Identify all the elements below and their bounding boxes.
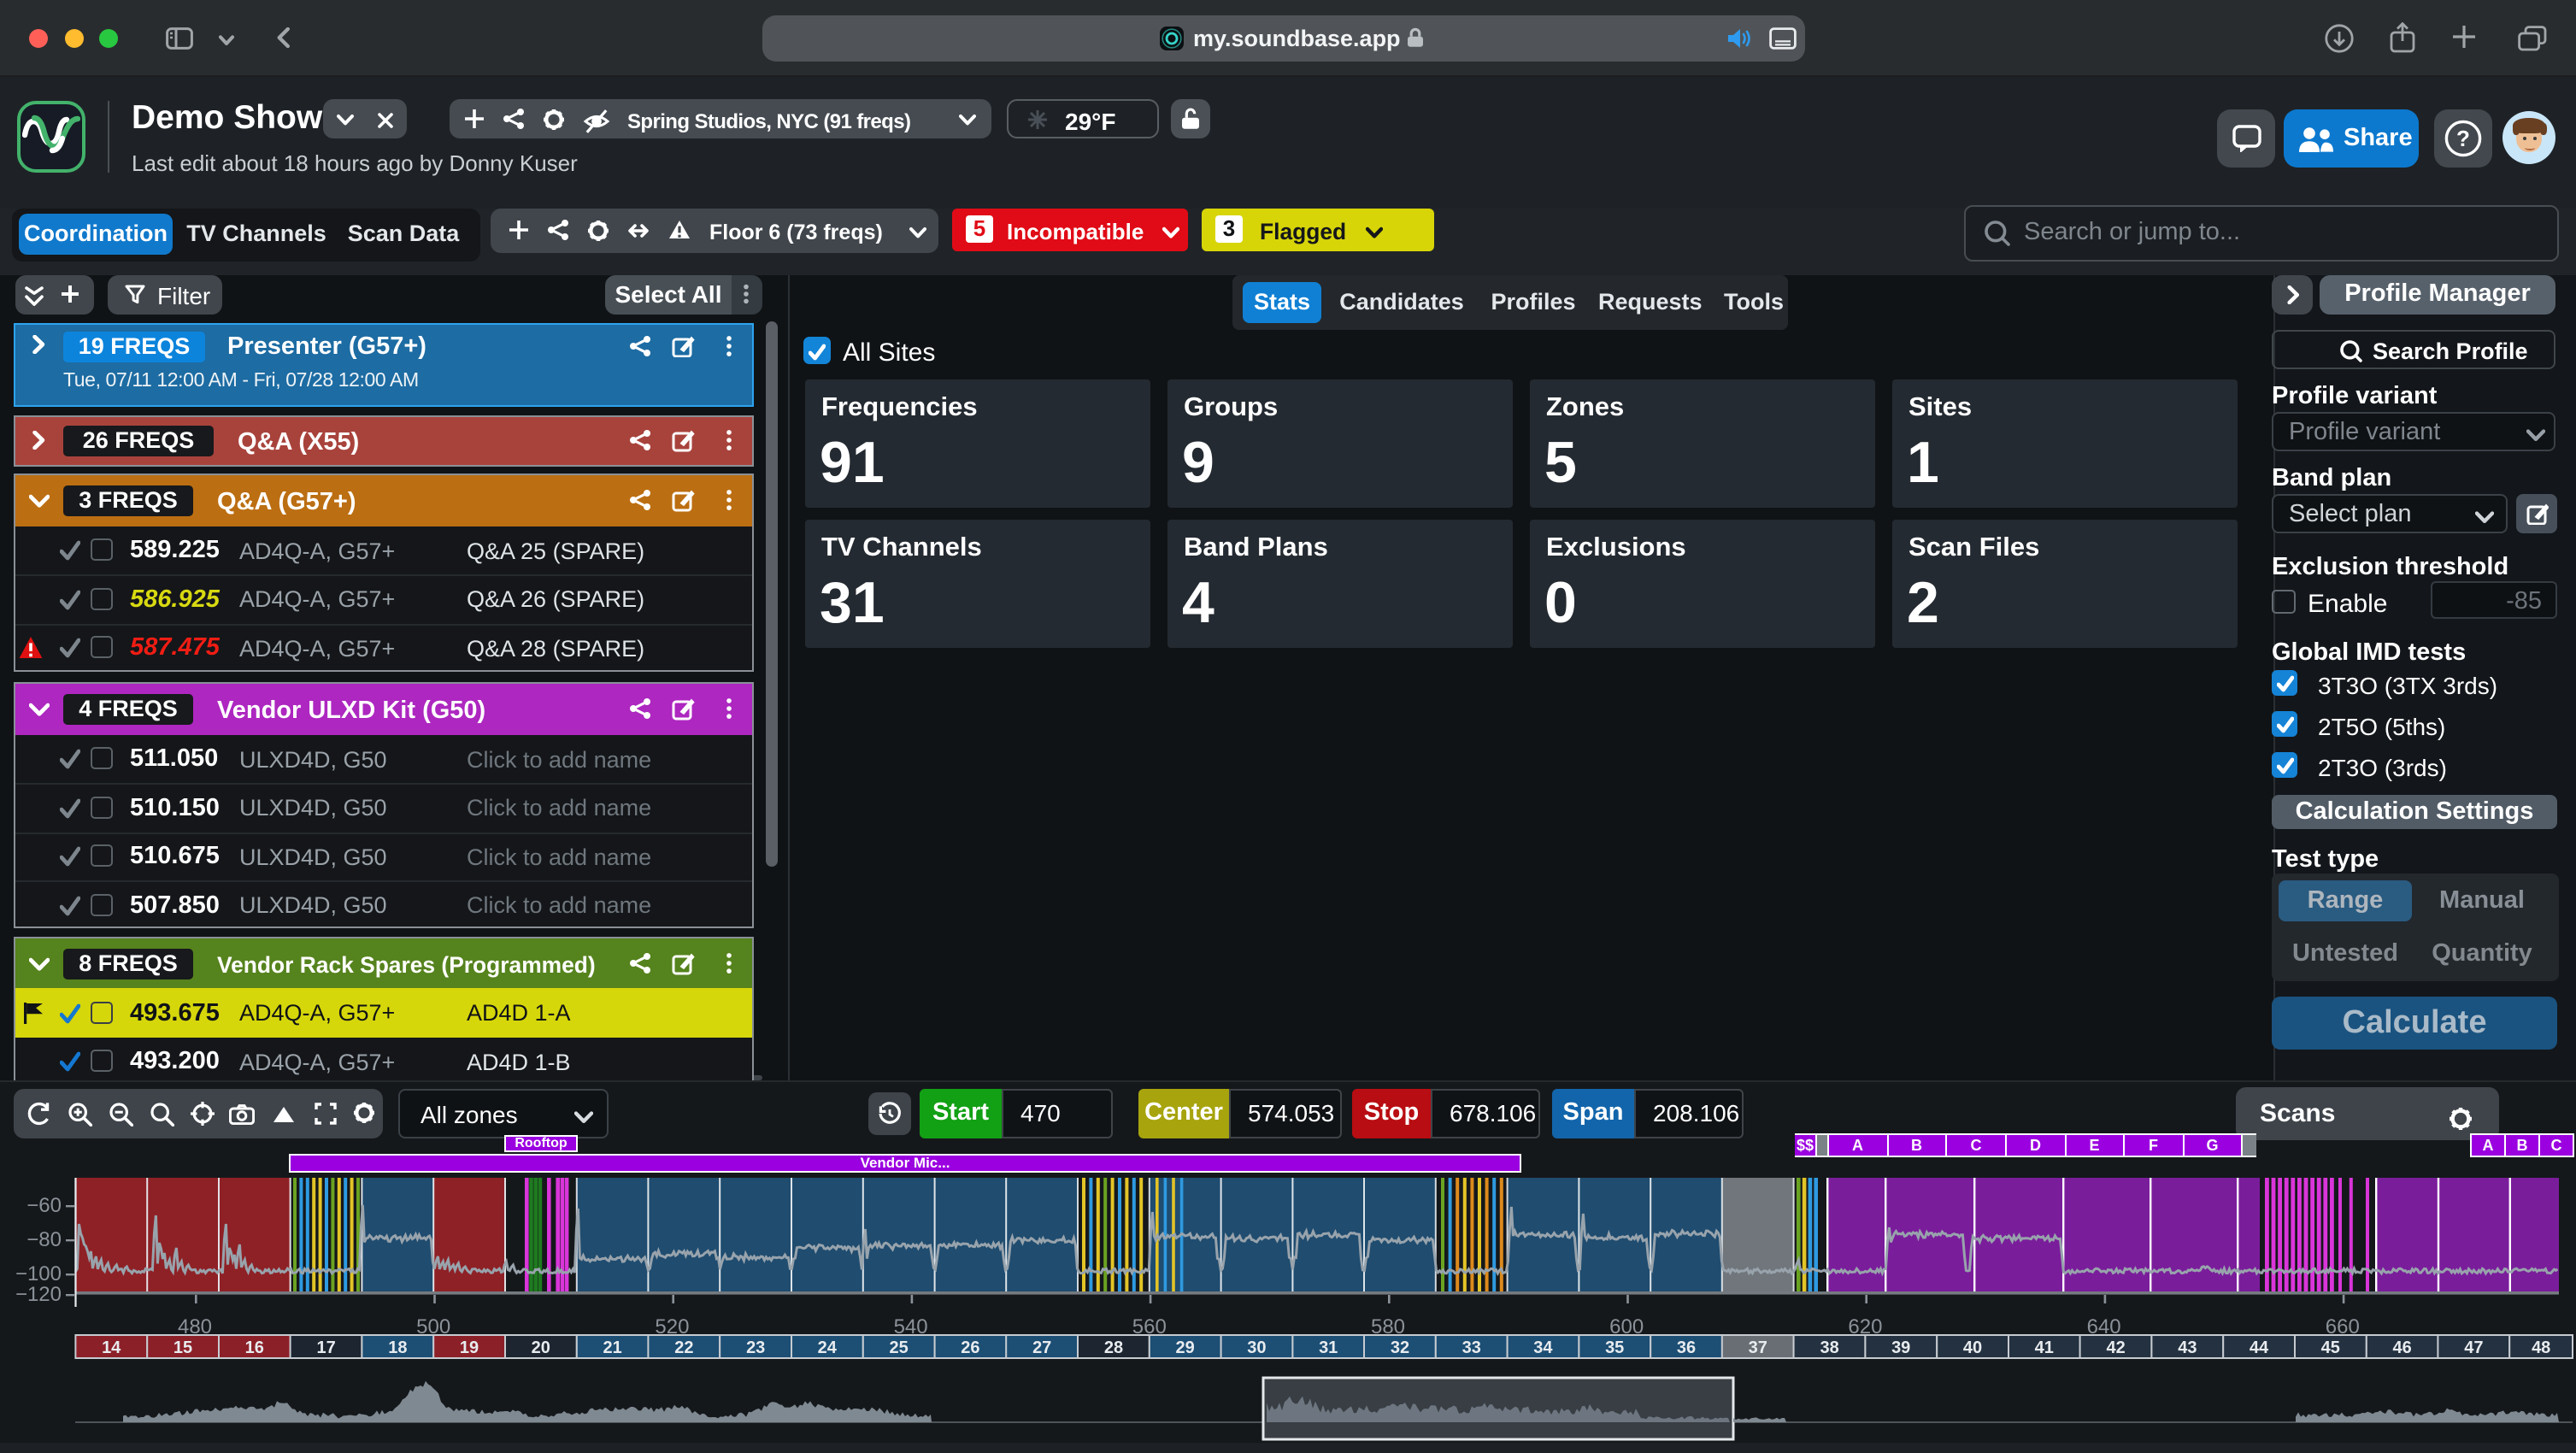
svg-text:32: 32 <box>1391 1338 1409 1357</box>
svg-text:24: 24 <box>818 1338 838 1357</box>
svg-text:?: ? <box>2456 126 2470 151</box>
svg-text:30: 30 <box>1247 1338 1266 1357</box>
svg-text:20: 20 <box>532 1338 550 1357</box>
svg-text:36: 36 <box>1677 1338 1696 1357</box>
svg-text:17: 17 <box>316 1338 335 1357</box>
svg-text:16: 16 <box>245 1338 264 1357</box>
svg-text:42: 42 <box>2106 1338 2125 1357</box>
svg-text:18: 18 <box>388 1338 407 1357</box>
svg-text:35: 35 <box>1605 1338 1624 1357</box>
svg-text:29: 29 <box>1175 1338 1194 1357</box>
svg-text:15: 15 <box>173 1338 192 1357</box>
svg-text:48: 48 <box>2532 1338 2550 1357</box>
svg-text:39: 39 <box>1891 1338 1910 1357</box>
svg-text:43: 43 <box>2178 1338 2197 1357</box>
svg-text:38: 38 <box>1820 1338 1838 1357</box>
svg-text:27: 27 <box>1032 1338 1051 1357</box>
svg-text:14: 14 <box>102 1338 121 1357</box>
svg-text:37: 37 <box>1749 1338 1767 1357</box>
svg-text:33: 33 <box>1462 1338 1481 1357</box>
svg-text:−80: −80 <box>26 1228 62 1251</box>
svg-text:28: 28 <box>1104 1338 1123 1357</box>
svg-text:−100: −100 <box>15 1262 62 1285</box>
svg-text:−120: −120 <box>15 1283 62 1306</box>
svg-text:41: 41 <box>2035 1338 2054 1357</box>
svg-text:40: 40 <box>1963 1338 1982 1357</box>
svg-text:21: 21 <box>603 1338 621 1357</box>
svg-text:46: 46 <box>2392 1338 2411 1357</box>
svg-text:44: 44 <box>2250 1338 2269 1357</box>
svg-text:26: 26 <box>961 1338 979 1357</box>
svg-text:47: 47 <box>2464 1338 2483 1357</box>
svg-text:34: 34 <box>1533 1338 1553 1357</box>
svg-text:−60: −60 <box>26 1194 62 1217</box>
svg-text:45: 45 <box>2321 1338 2340 1357</box>
svg-text:23: 23 <box>746 1338 765 1357</box>
svg-text:31: 31 <box>1319 1338 1338 1357</box>
svg-text:19: 19 <box>460 1338 479 1357</box>
svg-text:25: 25 <box>889 1338 908 1357</box>
svg-text:22: 22 <box>674 1338 693 1357</box>
